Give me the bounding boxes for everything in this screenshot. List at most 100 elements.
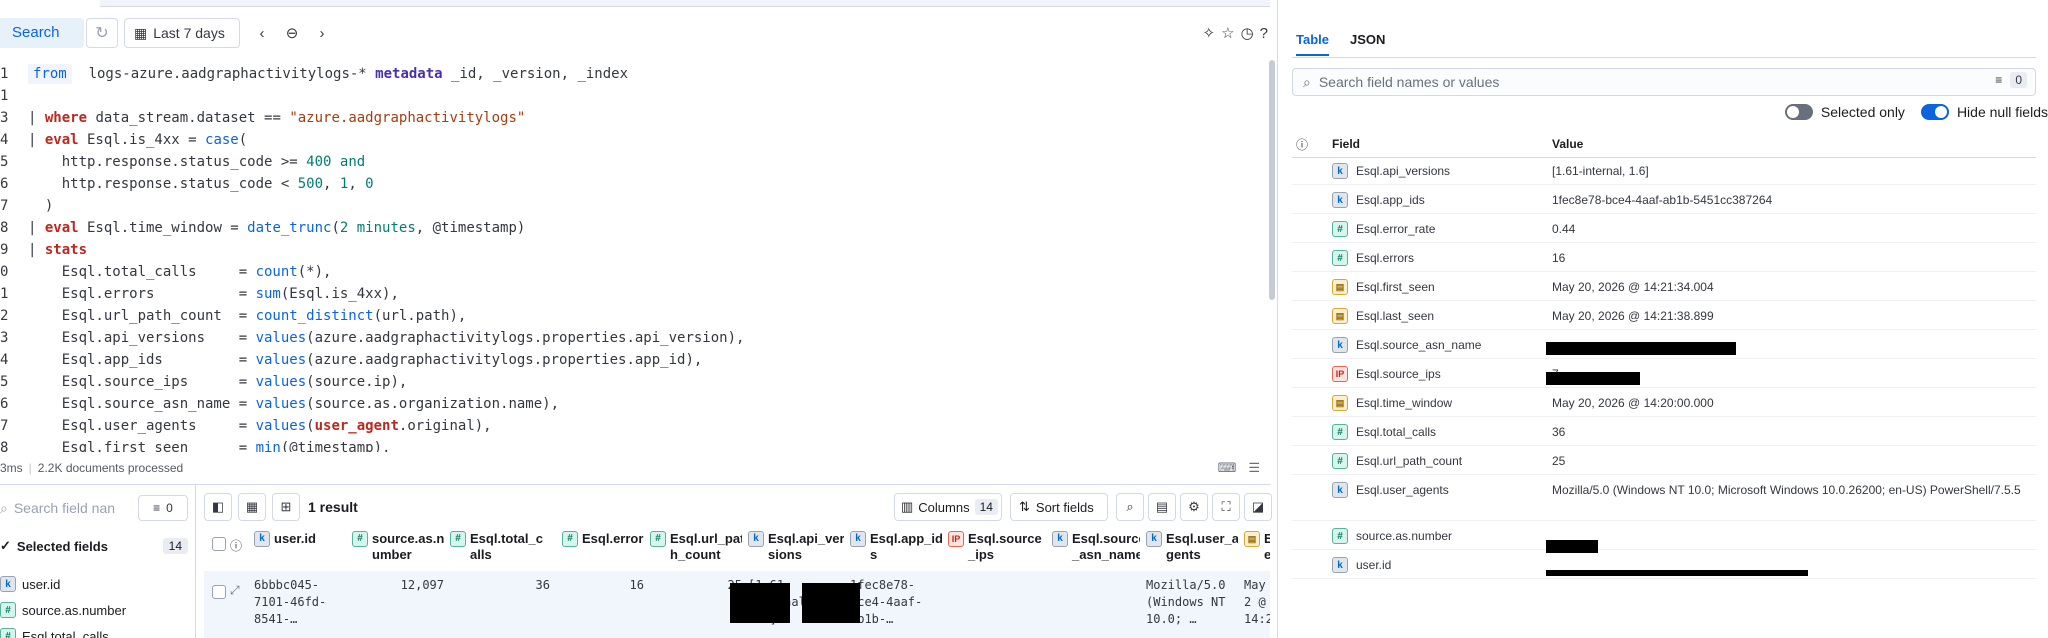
- selected-only-toggle[interactable]: Selected only: [1784, 104, 1905, 120]
- keyword-type-icon: k: [254, 531, 270, 547]
- code-line: 8 | eval Esql.time_window = date_trunc(2 …: [0, 217, 1262, 239]
- field-filter-button[interactable]: ≡ 0: [138, 495, 188, 521]
- toggle-sidebar-icon[interactable]: ◧: [204, 493, 232, 521]
- table-row[interactable]: # Esql.url_path_count 25: [1292, 446, 2036, 475]
- code-text: Esql.url_path_count = count_distinct(url…: [28, 308, 467, 324]
- history-icon[interactable]: ◷: [1241, 24, 1254, 42]
- save-icon[interactable]: ⊞: [272, 493, 300, 521]
- line-number: 9: [0, 242, 9, 258]
- table-row[interactable]: # Esql.errors 16: [1292, 243, 2036, 272]
- doc-field-name: Esql.url_path_count: [1356, 454, 1463, 468]
- keyboard-icon[interactable]: ⌨: [1218, 460, 1237, 476]
- number-type-icon: #: [450, 531, 466, 547]
- expand-row-icon[interactable]: ⤢: [230, 583, 240, 598]
- table-row[interactable]: ▤ Esql.first_seen May 20, 2026 @ 14:21:34.…: [1292, 272, 2036, 301]
- column-header[interactable]: k user.id: [254, 531, 346, 571]
- refresh-icon[interactable]: ↻: [86, 18, 118, 48]
- redacted-block: [1546, 372, 1640, 385]
- keyword-type-icon: k: [748, 531, 764, 547]
- fullscreen-icon[interactable]: ⛶: [1212, 493, 1240, 521]
- star-icon[interactable]: ☆: [1221, 24, 1234, 42]
- column-header[interactable]: # Esql.total_c alls: [450, 531, 550, 571]
- previous-icon[interactable]: ‹: [248, 18, 276, 48]
- table-row[interactable]: k Esql.user_agents Mozilla/5.0 (Windows NT…: [1292, 475, 2036, 521]
- selected-fields-section[interactable]: ✓ Selected fields 14: [0, 535, 188, 557]
- list-item[interactable]: k user.id: [0, 573, 60, 595]
- calendar-grid-icon[interactable]: ▦: [238, 493, 266, 521]
- results-section: ⌕ Search field nan ≡ 0 ✓ Selected fields…: [0, 484, 1272, 638]
- chart-icon[interactable]: ◪: [1244, 493, 1272, 521]
- code-text: | stats: [28, 242, 88, 258]
- doc-field: k Esql.source_asn_name: [1332, 337, 1481, 353]
- doc-field: k user.id: [1332, 557, 1391, 573]
- next-icon[interactable]: ›: [308, 18, 336, 48]
- code-line: 7 Esql.user_agents = values(user_agent.o…: [0, 415, 1262, 437]
- keyword-type-icon: k: [1332, 337, 1348, 353]
- table-row[interactable]: k Esql.api_versions [1.61-internal, 1.6]: [1292, 156, 2036, 185]
- tab-json[interactable]: JSON: [1350, 32, 1385, 56]
- columns-button[interactable]: ▥ Columns 14: [894, 493, 1002, 521]
- column-header[interactable]: k Esql.user_a gents: [1146, 531, 1238, 571]
- doc-field-name: Esql.api_versions: [1356, 164, 1451, 178]
- search-button[interactable]: Search: [0, 18, 84, 48]
- hide-null-toggle[interactable]: Hide null fields: [1920, 104, 2048, 120]
- help-icon[interactable]: ?: [1260, 25, 1268, 42]
- doc-field-value: [1.61-internal, 1.6]: [1552, 164, 1649, 178]
- code-line: 1 Esql.errors = sum(Esql.is_4xx),: [0, 283, 1262, 305]
- ip-type-icon: IP: [1332, 366, 1348, 382]
- column-header-label: Esql.total_c alls: [470, 531, 543, 562]
- table-row[interactable]: IPEsql.source_ips7: [1292, 359, 2036, 388]
- search-grid-icon[interactable]: ⌕: [1116, 493, 1144, 521]
- list-item[interactable]: # source.as.number: [0, 599, 126, 621]
- column-header[interactable]: IP Esql.source _ips: [948, 531, 1046, 571]
- table-row[interactable]: # Esql.total_calls 36: [1292, 417, 2036, 446]
- list-item[interactable]: # Esql.total_calls: [0, 625, 109, 638]
- date-type-icon: ▤: [1244, 531, 1260, 547]
- table-row[interactable]: ▤ Esql.last_seen May 20, 2026 @ 14:21:38.8…: [1292, 301, 2036, 330]
- doc-field-value: 25: [1552, 454, 1566, 468]
- esql-editor[interactable]: 1 from logs-azure.aadgraphactivitylogs-* …: [0, 60, 1262, 452]
- code-line: 9 | stats: [0, 239, 1262, 261]
- grid-actions: ⌕ ▤ ⚙ ⛶ ◪: [1116, 493, 1272, 521]
- doc-field-name: Esql.total_calls: [1356, 425, 1437, 439]
- number-type-icon: #: [0, 602, 16, 618]
- doc-search-input[interactable]: ⌕ Search field names or values ≡ 0: [1292, 68, 2036, 96]
- table-row[interactable]: ▤ Esql.time_window May 20, 2026 @ 14:20:00…: [1292, 388, 2036, 417]
- toggle-switch-on[interactable]: [1920, 104, 1949, 120]
- column-header[interactable]: ▤ Es en: [1244, 531, 1270, 571]
- column-header[interactable]: # source.as.n umber: [352, 531, 444, 571]
- column-header[interactable]: k Esql.source _asn_name: [1052, 531, 1140, 571]
- settings-icon[interactable]: ⚙: [1180, 493, 1208, 521]
- list-icon[interactable]: ☰: [1248, 460, 1260, 476]
- column-header[interactable]: # Esql.url_pat h_count: [650, 531, 742, 571]
- field-filter-count: 0: [166, 501, 173, 515]
- editor-status-bar: 3ms | 2.2K documents processed ⌨ ☰: [0, 458, 1270, 478]
- ai-assistant-icon[interactable]: ✧: [1203, 24, 1216, 42]
- doc-filter[interactable]: ≡ 0: [1995, 72, 2027, 88]
- redacted-block: [802, 583, 860, 623]
- doc-field: # Esql.total_calls: [1332, 424, 1436, 440]
- code-line: 2 Esql.url_path_count = count_distinct(u…: [0, 305, 1262, 327]
- column-header[interactable]: k Esql.app_id s: [850, 531, 942, 571]
- select-all-checkbox[interactable]: [212, 537, 226, 551]
- results-grid: ◧ ▦ ⊞ 1 result ▥ Columns 14 ⇅ Sort field…: [204, 485, 1272, 638]
- toggle-switch-off[interactable]: [1784, 104, 1813, 120]
- table-row[interactable]: k Esql.app_ids 1fec8e78-bce4-4aaf-ab1b-545…: [1292, 185, 2036, 214]
- zoom-out-icon[interactable]: ⊖: [278, 18, 306, 48]
- table-cell: [1052, 577, 1140, 638]
- editor-scrollbar[interactable]: [1269, 60, 1275, 300]
- column-header[interactable]: k Esql.api_ver sions: [748, 531, 844, 571]
- table-row[interactable]: # Esql.error_rate 0.44: [1292, 214, 2036, 243]
- row-checkbox[interactable]: [212, 585, 226, 599]
- column-header[interactable]: # Esql.errors: [562, 531, 644, 571]
- code-line: 8 Esql.first_seen = min(@timestamp),: [0, 437, 1262, 452]
- line-number: 0: [0, 264, 9, 280]
- doc-field: ▤ Esql.time_window: [1332, 395, 1452, 411]
- sort-fields-button[interactable]: ⇅ Sort fields: [1010, 493, 1108, 521]
- date-picker-button[interactable]: ▦ Last 7 days: [124, 18, 240, 48]
- table-row[interactable]: # source.as.number: [1292, 521, 2036, 550]
- row-height-icon[interactable]: ▤: [1148, 493, 1176, 521]
- filter-icon: ≡: [153, 501, 161, 515]
- field-search[interactable]: ⌕ Search field nan: [0, 495, 130, 521]
- tab-table[interactable]: Table: [1296, 32, 1329, 56]
